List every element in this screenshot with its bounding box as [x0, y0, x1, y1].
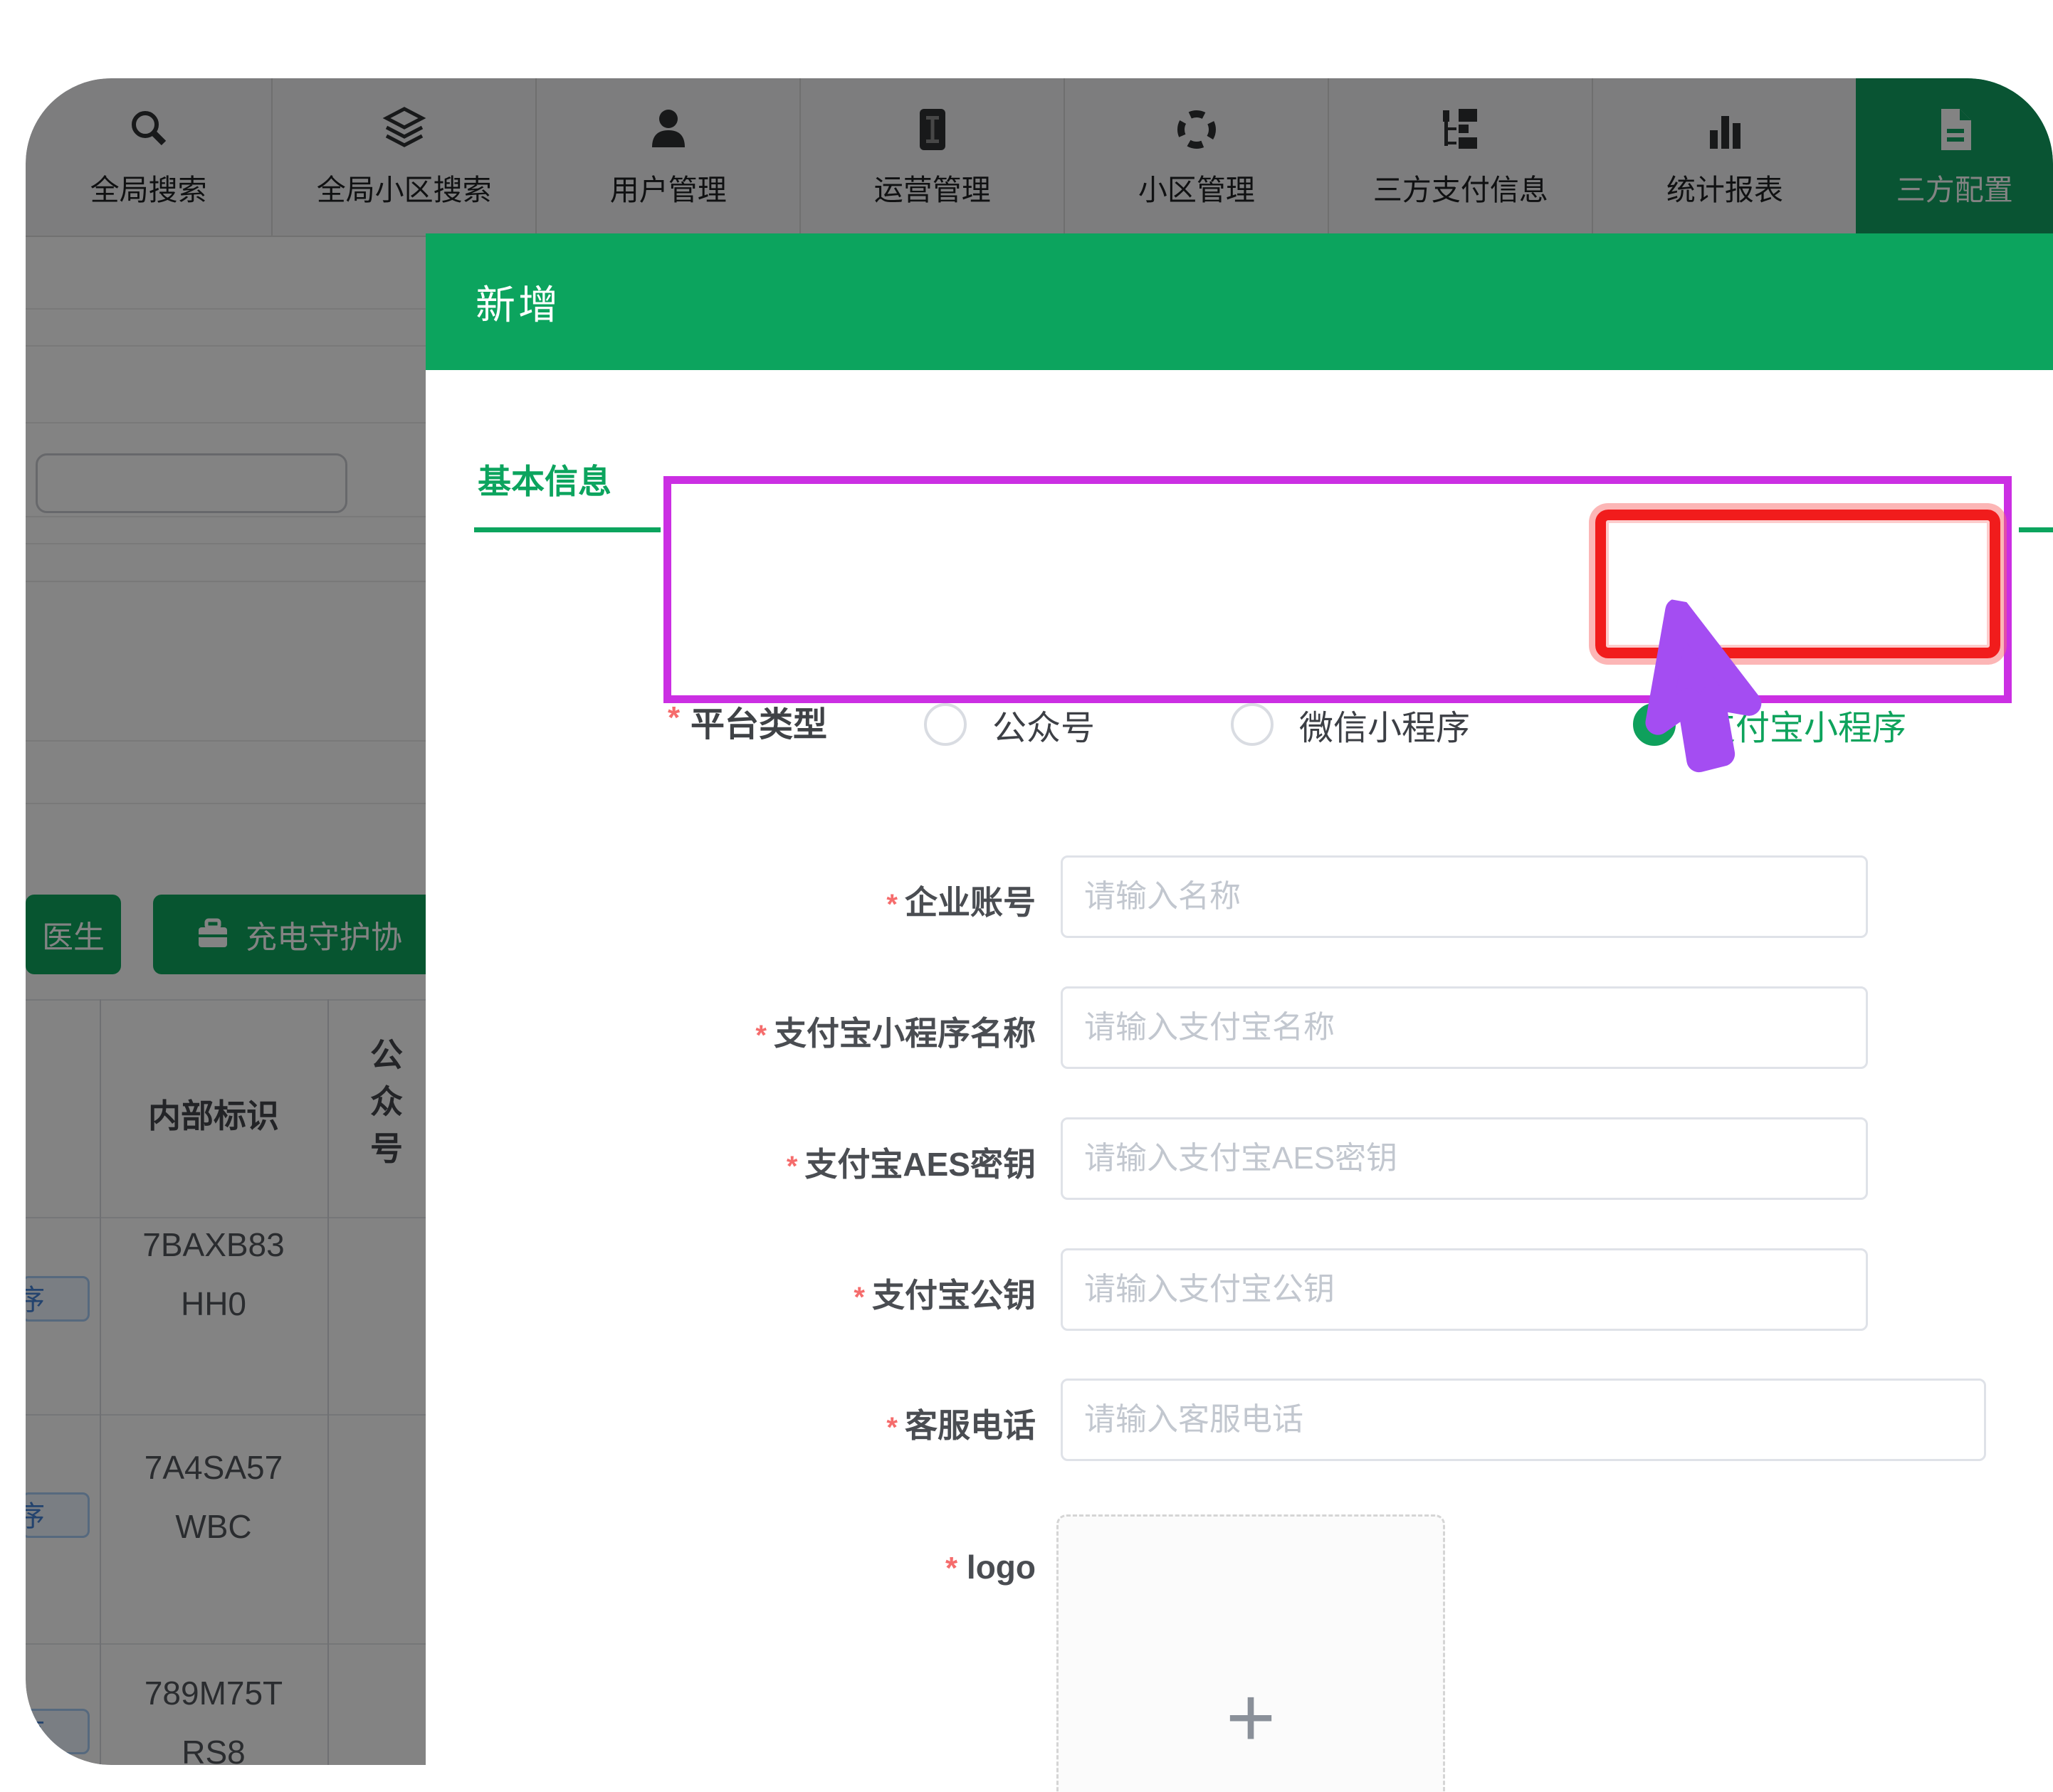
radio-circle-icon[interactable]	[1231, 703, 1274, 746]
platform-type-label: 平台类型	[691, 696, 827, 746]
screenshot-stage: 全局搜索 全局小区搜索 用户管理 运营管理	[0, 0, 2053, 1792]
active-tab-underline	[474, 527, 661, 532]
plus-icon: +	[1226, 1683, 1276, 1751]
tab-underline-fragment	[2019, 527, 2053, 532]
field-label: *企业账号	[637, 877, 1036, 924]
customer-service-phone-input[interactable]	[1061, 1379, 1986, 1461]
tab-basic-info[interactable]: 基本信息	[478, 454, 611, 503]
alipay-mini-program-name-input[interactable]	[1061, 986, 1868, 1069]
mouse-cursor-icon	[1610, 594, 1795, 796]
alipay-aes-key-input[interactable]	[1061, 1117, 1868, 1200]
field-label: *支付宝公钥	[637, 1270, 1036, 1317]
alipay-public-key-input[interactable]	[1061, 1248, 1868, 1331]
field-label: *支付宝小程序名称	[637, 1008, 1036, 1055]
radio-circle-icon[interactable]	[924, 703, 967, 746]
add-new-dialog: 新增 基本信息 * 平台类型 公众号 微信小程序 支付宝小	[426, 233, 2053, 1792]
logo-field-label: * logo	[637, 1548, 1036, 1586]
field-label: *客服电话	[637, 1400, 1036, 1447]
logo-upload-dropzone[interactable]: +	[1056, 1514, 1445, 1792]
dialog-header: 新增	[426, 233, 2053, 370]
enterprise-account-input[interactable]	[1061, 855, 1868, 938]
required-mark: *	[668, 700, 680, 736]
field-label: *支付宝AES密钥	[637, 1139, 1036, 1186]
dialog-title: 新增	[476, 273, 561, 331]
